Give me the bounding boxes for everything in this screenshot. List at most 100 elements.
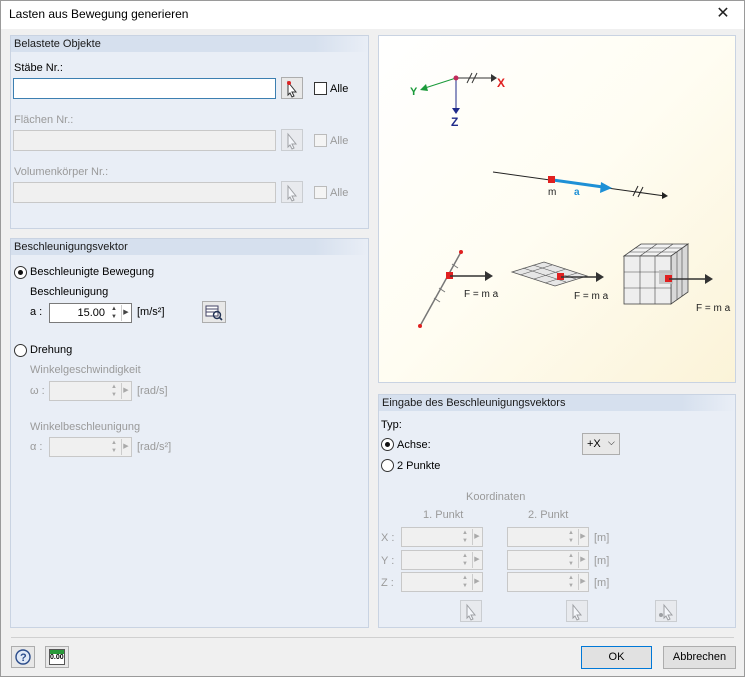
chevron-right-icon[interactable]: ▶: [578, 529, 587, 545]
magnify-table-icon: [205, 305, 223, 321]
accelerated-motion-radio[interactable]: [14, 266, 27, 279]
members-all-checkbox[interactable]: [314, 82, 327, 95]
axis-option-label: Achse:: [397, 439, 431, 451]
updown-icon[interactable]: ▲ ▼: [565, 552, 577, 568]
solids-input[interactable]: [13, 182, 276, 203]
two-points-radio[interactable]: [381, 459, 394, 472]
close-button[interactable]: ✕: [708, 3, 738, 27]
rotation-label: Drehung: [30, 344, 73, 356]
pick-surfaces-button[interactable]: [281, 129, 303, 151]
members-all-label: Alle: [330, 83, 349, 95]
updown-icon[interactable]: ▲ ▼: [459, 529, 471, 545]
accel-label: a: [574, 187, 580, 198]
z-unit: [m]: [594, 577, 610, 589]
force-label-member: F = m a: [464, 289, 499, 300]
force-label-surface: F = m a: [574, 291, 609, 302]
loaded-objects-header: Belastete Objekte: [11, 36, 368, 52]
members-label: Stäbe Nr.:: [14, 62, 63, 74]
y-unit: [m]: [594, 555, 610, 567]
pick-cursor-icon: [287, 132, 298, 150]
cancel-button[interactable]: Abbrechen: [663, 646, 736, 669]
p2-x-spinner[interactable]: ▲ ▼ ▶: [507, 527, 589, 547]
members-input[interactable]: [13, 78, 276, 99]
pick-solids-button[interactable]: [281, 181, 303, 203]
units-icon: 0.00: [49, 649, 65, 665]
angular-accel-label: Winkelbeschleunigung: [30, 421, 141, 433]
axis-radio[interactable]: [381, 438, 394, 451]
pick-cursor-icon: [287, 184, 298, 202]
chevron-right-icon[interactable]: ▶: [121, 383, 130, 399]
accelerated-motion-label: Beschleunigte Bewegung: [30, 266, 155, 278]
axis-dropdown[interactable]: +X ⌵: [582, 433, 620, 455]
angular-velocity-label: Winkelgeschwindigkeit: [30, 364, 141, 376]
chevron-right-icon[interactable]: ▶: [472, 552, 481, 568]
pick-point2-button[interactable]: [566, 600, 588, 622]
surface-element: [510, 261, 604, 287]
solids-all-label: Alle: [330, 187, 349, 199]
units-button[interactable]: 0.00: [45, 646, 69, 668]
point1-label: 1. Punkt: [423, 509, 464, 521]
updown-icon[interactable]: ▲ ▼: [565, 529, 577, 545]
pick-point1-button[interactable]: [460, 600, 482, 622]
loaded-objects-group: Belastete Objekte Stäbe Nr.: Alle Fläche…: [10, 35, 369, 229]
updown-icon[interactable]: ▲ ▼: [459, 574, 471, 590]
p1-y-spinner[interactable]: ▲ ▼ ▶: [401, 550, 483, 570]
pick-two-points-button[interactable]: [655, 600, 677, 622]
chevron-right-icon[interactable]: ▶: [121, 305, 130, 321]
chevron-right-icon[interactable]: ▶: [578, 552, 587, 568]
window-title: Lasten aus Bewegung generieren: [9, 7, 189, 21]
dialog-window: Lasten aus Bewegung generieren ✕ Belaste…: [0, 0, 745, 677]
surfaces-label: Flächen Nr.:: [14, 114, 74, 126]
alpha-symbol: α :: [30, 441, 43, 453]
acceleration-spinner[interactable]: 15.00 ▲ ▼ ▶: [49, 303, 132, 323]
angular-velocity-spinner[interactable]: ▲ ▼ ▶: [49, 381, 132, 401]
axis-x-label: X: [497, 76, 505, 90]
title-bar: Lasten aus Bewegung generieren ✕: [1, 1, 744, 29]
surfaces-all-label: Alle: [330, 135, 349, 147]
solids-label: Volumenkörper Nr.:: [14, 166, 109, 178]
svg-text:?: ?: [20, 652, 27, 664]
updown-icon[interactable]: ▲ ▼: [459, 552, 471, 568]
rotation-radio[interactable]: [14, 344, 27, 357]
updown-icon[interactable]: ▲ ▼: [108, 305, 120, 321]
p2-y-spinner[interactable]: ▲ ▼ ▶: [507, 550, 589, 570]
ok-button[interactable]: OK: [581, 646, 652, 669]
updown-icon[interactable]: ▲ ▼: [108, 383, 120, 399]
x-unit: [m]: [594, 532, 610, 544]
chevron-right-icon[interactable]: ▶: [121, 439, 130, 455]
pick-two-points-icon: [659, 603, 674, 621]
axis-dropdown-value: +X: [587, 438, 601, 450]
surfaces-input[interactable]: [13, 130, 276, 151]
member-acceleration: [492, 171, 668, 199]
surfaces-all-checkbox[interactable]: [314, 134, 327, 147]
acceleration-detail-button[interactable]: [202, 301, 226, 323]
accel-vector-header: Beschleunigungsvektor: [11, 239, 368, 255]
acceleration-value: 15.00: [77, 307, 105, 319]
chevron-down-icon: ⌵: [608, 437, 615, 447]
x-label: X :: [381, 532, 395, 544]
solid-element: [622, 243, 713, 305]
pick-members-button[interactable]: [281, 77, 303, 99]
motion-load-diagram: X Y Z m a F = m a F = m a F = m a: [410, 72, 731, 328]
footer-separator: [11, 637, 734, 638]
point2-label: 2. Punkt: [528, 509, 569, 521]
y-label: Y :: [381, 555, 395, 567]
two-points-label: 2 Punkte: [397, 460, 441, 472]
p2-z-spinner[interactable]: ▲ ▼ ▶: [507, 572, 589, 592]
chevron-right-icon[interactable]: ▶: [472, 574, 481, 590]
axis-z-label: Z: [451, 115, 458, 129]
angular-velocity-unit: [rad/s]: [137, 385, 168, 397]
type-label: Typ:: [381, 419, 402, 431]
units-icon-text: 0.00: [50, 654, 64, 661]
chevron-right-icon[interactable]: ▶: [578, 574, 587, 590]
updown-icon[interactable]: ▲ ▼: [108, 439, 120, 455]
help-button[interactable]: ?: [11, 646, 35, 668]
solids-all-checkbox[interactable]: [314, 186, 327, 199]
updown-icon[interactable]: ▲ ▼: [565, 574, 577, 590]
p1-x-spinner[interactable]: ▲ ▼ ▶: [401, 527, 483, 547]
angular-accel-spinner[interactable]: ▲ ▼ ▶: [49, 437, 132, 457]
vector-input-group: Eingabe des Beschleunigungsvektors Typ: …: [378, 394, 736, 628]
pick-cursor-icon: [287, 80, 298, 98]
p1-z-spinner[interactable]: ▲ ▼ ▶: [401, 572, 483, 592]
chevron-right-icon[interactable]: ▶: [472, 529, 481, 545]
